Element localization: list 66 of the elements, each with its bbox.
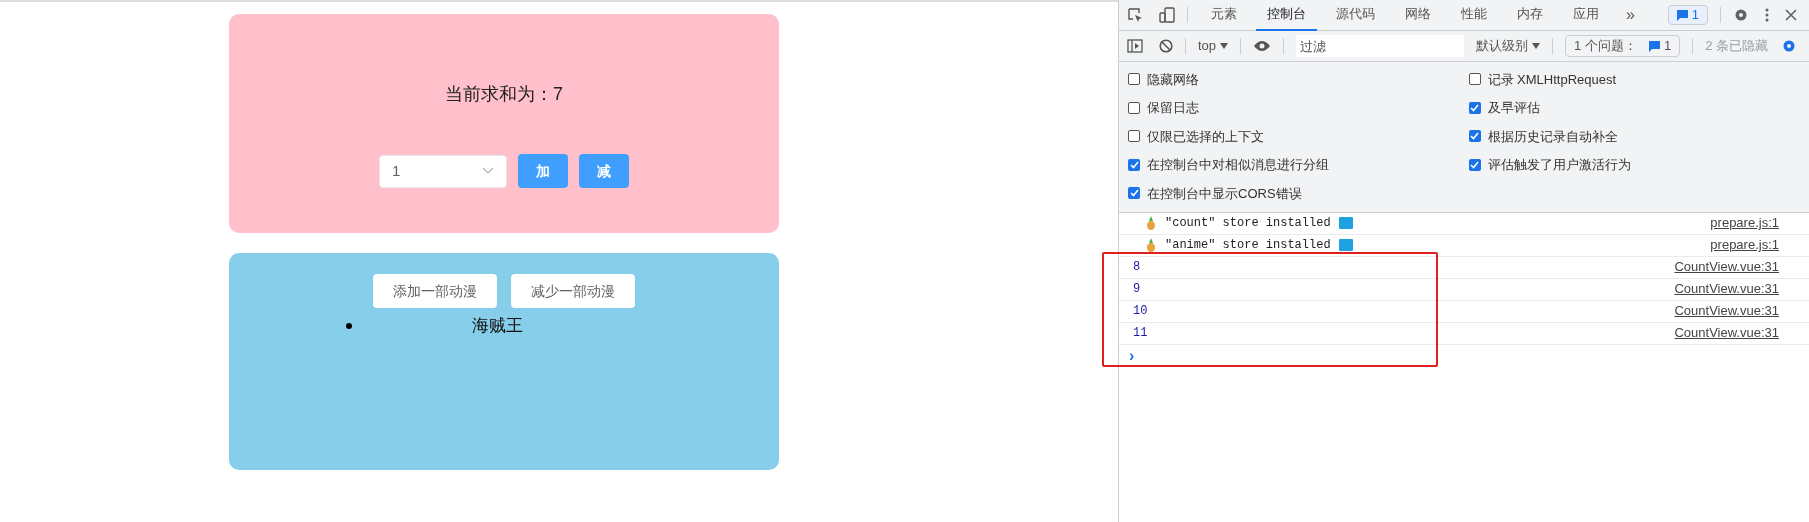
pineapple-icon <box>1145 216 1157 230</box>
devtools-tab[interactable]: 性能 <box>1450 0 1498 31</box>
more-options-icon[interactable] <box>1765 8 1769 22</box>
issues-button[interactable]: 1 个问题： 1 <box>1565 35 1681 57</box>
checkbox[interactable] <box>1468 130 1481 143</box>
checkbox[interactable] <box>1468 158 1481 171</box>
context-select[interactable]: top <box>1198 36 1229 56</box>
issues-badge[interactable]: 1 <box>1667 5 1708 25</box>
checkbox[interactable] <box>1128 73 1140 86</box>
log-number: 9 <box>1133 281 1141 298</box>
console-settings-icon[interactable] <box>1781 38 1797 54</box>
add-anime-button[interactable]: 添加一部动漫 <box>373 274 497 308</box>
setting-label: 隐藏网络 <box>1147 70 1199 89</box>
bullet-icon <box>346 323 352 329</box>
devtools-tab[interactable]: 元素 <box>1200 0 1248 31</box>
checkbox[interactable] <box>1468 101 1481 114</box>
sidebar-icon[interactable] <box>1127 39 1143 53</box>
source-link[interactable]: prepare.js:1 <box>1710 235 1779 255</box>
devtools-tab[interactable]: 源代码 <box>1325 0 1386 31</box>
checkbox[interactable] <box>1128 101 1140 114</box>
eye-icon[interactable] <box>1253 40 1272 52</box>
setting-label: 根据历史记录自动补全 <box>1487 127 1618 146</box>
caret-icon <box>1220 43 1229 49</box>
filter-field[interactable]: 过滤 <box>1296 35 1465 57</box>
message-icon <box>1676 9 1688 21</box>
sum-text: 当前求和为：7 <box>445 83 563 106</box>
log-number: 8 <box>1133 259 1141 276</box>
device-icon[interactable] <box>1159 7 1175 23</box>
pineapple-icon <box>1145 238 1157 252</box>
close-icon[interactable] <box>1785 9 1797 21</box>
checkbox[interactable] <box>1128 158 1140 171</box>
remove-anime-button[interactable]: 减少一部动漫 <box>511 274 635 308</box>
log-level-select[interactable]: 默认级别 <box>1476 36 1541 56</box>
source-link[interactable]: CountView.vue:31 <box>1674 301 1779 321</box>
source-link[interactable]: CountView.vue:31 <box>1674 323 1779 343</box>
source-link[interactable]: CountView.vue:31 <box>1674 257 1779 277</box>
log-message: "count" store installed <box>1165 215 1331 232</box>
caret-icon <box>1532 43 1541 49</box>
setting-label: 记录 XMLHttpRequest <box>1487 70 1617 89</box>
inspect-icon[interactable] <box>1127 7 1143 23</box>
setting-label: 保留日志 <box>1147 99 1199 117</box>
message-icon <box>1648 40 1660 52</box>
setting-label: 在控制台中显示CORS错误 <box>1147 184 1302 203</box>
devtools-tab[interactable]: 网络 <box>1394 0 1442 31</box>
setting-label: 评估触发了用户激活行为 <box>1487 156 1631 174</box>
anime-item: 海贼王 <box>472 315 523 338</box>
number-select[interactable]: 1 <box>379 154 507 188</box>
checkbox[interactable] <box>1128 187 1140 200</box>
devtools-tab[interactable]: 内存 <box>1506 0 1554 31</box>
more-tabs-button[interactable]: » <box>1618 3 1643 27</box>
hidden-count: 2 条已隐藏 <box>1705 37 1768 56</box>
devtools-tab[interactable]: 应用 <box>1562 0 1610 31</box>
setting-label: 在控制台中对相似消息进行分组 <box>1147 156 1329 174</box>
console-prompt[interactable]: › <box>1129 343 1135 368</box>
clear-console-icon[interactable] <box>1159 39 1173 53</box>
source-link[interactable]: CountView.vue:31 <box>1674 279 1779 299</box>
checkbox[interactable] <box>1468 73 1481 86</box>
checkbox[interactable] <box>1128 130 1140 143</box>
setting-label: 及早评估 <box>1487 99 1540 117</box>
log-message: "anime" store installed <box>1165 237 1331 254</box>
settings-icon[interactable] <box>1733 7 1749 23</box>
log-number: 10 <box>1133 303 1148 320</box>
chevron-down-icon <box>482 167 494 175</box>
log-number: 11 <box>1133 325 1148 342</box>
source-link[interactable]: prepare.js:1 <box>1710 213 1779 233</box>
setting-label: 仅限已选择的上下文 <box>1147 127 1264 146</box>
